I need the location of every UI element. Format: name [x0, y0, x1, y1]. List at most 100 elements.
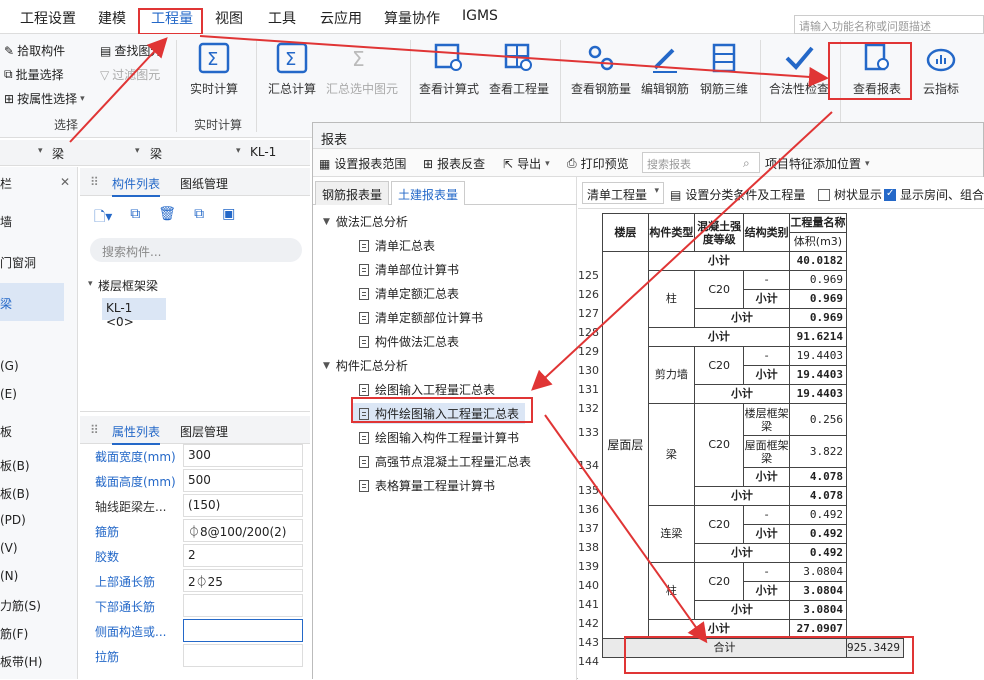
- report-reverse-button[interactable]: ⊞ 报表反查: [423, 155, 485, 172]
- drag-handle-icon[interactable]: ⠿: [90, 175, 99, 189]
- nav-item-14[interactable]: 板带(H): [0, 653, 42, 670]
- tree-report-item[interactable]: 构件做法汇总表: [359, 333, 459, 350]
- tree-report-item[interactable]: 绘图输入构件工程量计算书: [359, 429, 519, 446]
- menu-igms[interactable]: IGMS: [462, 8, 498, 24]
- select-by-attr-button[interactable]: ⊞ 按属性选择 ▾: [4, 90, 85, 107]
- tab-layers[interactable]: 图层管理: [180, 423, 228, 440]
- rebar-3d-icon: [712, 43, 736, 73]
- tree-report-item[interactable]: 清单定额汇总表: [359, 285, 459, 302]
- chevron-down-icon[interactable]: ▾: [236, 146, 241, 156]
- prop-value[interactable]: [183, 644, 303, 667]
- tree-report-item[interactable]: 清单定额部位计算书: [359, 309, 483, 326]
- batch-select-button[interactable]: ⧉ 批量选择: [4, 66, 64, 83]
- tab-drawing-manage[interactable]: 图纸管理: [180, 175, 228, 192]
- menu-modeling[interactable]: 建模: [98, 8, 126, 28]
- pick-component-button[interactable]: ✎ 拾取构件: [4, 42, 65, 59]
- feature-position-select[interactable]: 项目特征添加位置 ▾: [765, 155, 870, 172]
- tab-civil-report[interactable]: 土建报表量: [391, 181, 466, 205]
- set-report-range-button[interactable]: ▦ 设置报表范围: [319, 155, 406, 172]
- show-rooms-checkbox[interactable]: 显示房间、组合: [884, 186, 984, 203]
- prop-value[interactable]: [183, 594, 303, 617]
- chevron-down-icon[interactable]: ▾: [38, 146, 43, 156]
- filter-select-type[interactable]: 梁: [52, 145, 64, 162]
- menu-view[interactable]: 视图: [215, 8, 243, 28]
- nav-item-wall[interactable]: 墙: [0, 213, 12, 230]
- component-item[interactable]: KL-1 <0>: [102, 298, 166, 329]
- document-icon: [359, 311, 369, 324]
- filter-select-subtype[interactable]: 梁: [150, 145, 162, 162]
- tree-report-item[interactable]: 高强节点混凝土工程量汇总表: [359, 453, 531, 470]
- tab-component-list[interactable]: 构件列表: [112, 175, 161, 197]
- prop-value[interactable]: 2⏀25: [183, 569, 303, 592]
- chevron-down-icon[interactable]: ▾: [88, 279, 93, 289]
- menu-collab[interactable]: 算量协作: [384, 8, 440, 28]
- copy-icon[interactable]: ⧉: [130, 206, 140, 228]
- grid-search-icon: [434, 43, 462, 71]
- duplicate-icon[interactable]: ⧉: [194, 206, 204, 228]
- tab-properties[interactable]: 属性列表: [112, 423, 161, 445]
- chevron-down-icon[interactable]: ▾: [135, 146, 140, 156]
- tree-report-item[interactable]: 清单部位计算书: [359, 261, 459, 278]
- nav-item-9[interactable]: (PD): [0, 513, 26, 527]
- nav-item-beam[interactable]: 梁: [0, 295, 12, 312]
- validity-check-button[interactable]: 合法性检查: [764, 42, 834, 97]
- setup-conditions-button[interactable]: ▤ 设置分类条件及工程量: [670, 186, 805, 203]
- nav-item-5[interactable]: (E): [0, 387, 17, 401]
- view-rebar-button[interactable]: 查看钢筋量: [566, 42, 636, 97]
- col-floor: 楼层: [602, 213, 649, 252]
- tab-rebar-report[interactable]: 钢筋报表量: [315, 181, 390, 205]
- close-icon[interactable]: ✕: [60, 175, 70, 189]
- rebar-3d-button[interactable]: 钢筋三维: [689, 42, 759, 97]
- nav-item-slab[interactable]: 板: [0, 423, 12, 440]
- find-element-button[interactable]: ▤ 查找图元: [100, 42, 162, 59]
- prop-value[interactable]: 500: [183, 469, 303, 492]
- prop-value[interactable]: ⏀8@100/200(2): [183, 519, 303, 542]
- row-number: 135: [578, 484, 599, 497]
- nav-item-8[interactable]: 板(B): [0, 485, 30, 502]
- component-search-input[interactable]: 搜索构件...: [90, 238, 302, 262]
- export-button[interactable]: ⇱ 导出 ▾: [503, 155, 550, 172]
- drag-handle-icon[interactable]: ⠿: [90, 423, 99, 437]
- tree-section[interactable]: ▼ 构件汇总分析: [323, 357, 408, 374]
- nav-item-12[interactable]: 力筋(S): [0, 597, 41, 614]
- search-icon[interactable]: ⌕: [743, 156, 750, 171]
- function-search-input[interactable]: 请输入功能名称或问题描述: [794, 15, 984, 34]
- tree-report-item[interactable]: 清单汇总表: [359, 237, 435, 254]
- prop-value[interactable]: (150): [183, 494, 303, 517]
- filter-select-component[interactable]: KL-1: [250, 145, 276, 159]
- print-preview-button[interactable]: ⎙ 打印预览: [567, 155, 629, 172]
- filter-element-button[interactable]: ▽ 过滤图元: [100, 66, 160, 83]
- floor-copy-icon[interactable]: ▣: [222, 206, 235, 228]
- summary-calc-button[interactable]: Σ 汇总计算: [257, 42, 327, 97]
- delete-icon[interactable]: 🗑: [158, 206, 176, 228]
- menu-tools[interactable]: 工具: [268, 8, 296, 28]
- menu-cloud[interactable]: 云应用: [320, 8, 362, 28]
- tree-report-item[interactable]: 绘图输入工程量汇总表: [359, 381, 495, 398]
- realtime-calc-button[interactable]: Σ 实时计算: [179, 42, 249, 97]
- report-content: 清单工程量▾ ▤设置分类条件及工程量 树状显示 显示房间、组合 12512612…: [578, 177, 984, 680]
- tree-section[interactable]: ▼ 做法汇总分析: [323, 213, 408, 230]
- nav-item-4[interactable]: (G): [0, 359, 19, 373]
- component-group[interactable]: 楼层框架梁: [98, 277, 158, 294]
- prop-value[interactable]: 2: [183, 544, 303, 567]
- new-component-icon[interactable]: 🗋▾: [94, 206, 112, 228]
- menu-project-settings[interactable]: 工程设置: [20, 8, 76, 28]
- nav-item-13[interactable]: 筋(F): [0, 625, 28, 642]
- row-number: 131: [578, 383, 599, 396]
- col-grade: 混凝土强度等级: [693, 213, 745, 252]
- nav-item-10[interactable]: (V): [0, 541, 18, 555]
- nav-item-7[interactable]: 板(B): [0, 457, 30, 474]
- summary-selected-button[interactable]: Σ 汇总选中图元: [322, 42, 402, 97]
- view-formula-button[interactable]: 查看计算式: [414, 42, 484, 97]
- tree-report-item[interactable]: 表格算量工程量计算书: [359, 477, 495, 494]
- nav-item-opening[interactable]: 门窗洞: [0, 254, 36, 271]
- quantity-type-select[interactable]: 清单工程量 ▾: [582, 182, 664, 204]
- prop-value[interactable]: [183, 619, 303, 642]
- tree-show-checkbox[interactable]: 树状显示: [818, 186, 882, 203]
- nav-item-11[interactable]: (N): [0, 569, 18, 583]
- nav-item-0[interactable]: 栏: [0, 175, 12, 192]
- row-number: 127: [578, 307, 599, 320]
- cloud-index-button[interactable]: 云指标: [906, 42, 976, 97]
- view-quantity-button[interactable]: 查看工程量: [484, 42, 554, 97]
- prop-value[interactable]: 300: [183, 444, 303, 467]
